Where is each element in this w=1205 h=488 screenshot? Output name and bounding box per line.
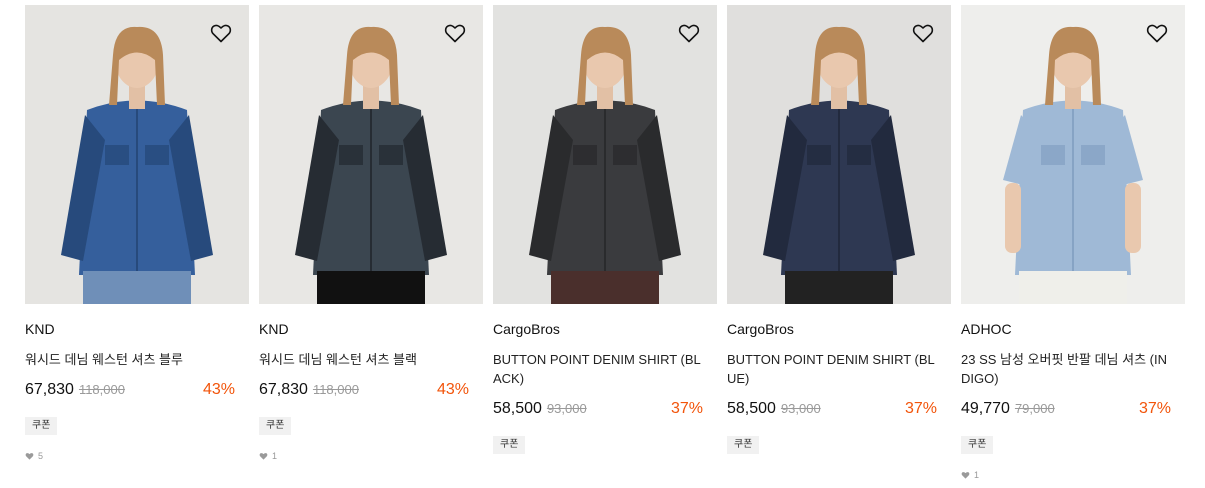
like-count: 1 xyxy=(961,470,1185,480)
heart-filled-icon xyxy=(259,453,268,460)
discount-rate: 37% xyxy=(1138,400,1171,417)
sale-price: 49,770 xyxy=(961,400,1010,417)
coupon-badge: 쿠폰 xyxy=(25,417,58,435)
like-count-value: 5 xyxy=(38,451,44,461)
brand-name[interactable]: CargoBros xyxy=(727,321,951,337)
brand-name[interactable]: CargoBros xyxy=(493,321,717,337)
price-row: 67,830 118,000 43% xyxy=(259,381,483,403)
product-card[interactable]: ADHOC 23 SS 남성 오버핏 반팔 데님 셔츠 (INDIGO) 49,… xyxy=(961,5,1185,480)
coupon-badge: 쿠폰 xyxy=(727,436,760,454)
product-name[interactable]: 23 SS 남성 오버핏 반팔 데님 셔츠 (INDIGO) xyxy=(961,350,1185,388)
product-photo xyxy=(727,5,951,304)
sale-price: 67,830 xyxy=(25,381,74,398)
coupon-badge: 쿠폰 xyxy=(259,417,292,435)
discount-rate: 37% xyxy=(670,400,703,417)
heart-outline-icon[interactable] xyxy=(209,21,233,45)
product-image[interactable] xyxy=(493,5,717,304)
product-name[interactable]: BUTTON POINT DENIM SHIRT (BLACK) xyxy=(493,350,717,388)
product-image[interactable] xyxy=(25,5,249,304)
like-count: 5 xyxy=(25,451,249,461)
discount-rate: 37% xyxy=(904,400,937,417)
brand-name[interactable]: ADHOC xyxy=(961,321,1185,337)
original-price: 118,000 xyxy=(312,382,359,397)
original-price: 93,000 xyxy=(780,401,821,416)
product-card[interactable]: CargoBros BUTTON POINT DENIM SHIRT (BLUE… xyxy=(727,5,951,454)
product-card[interactable]: KND 워시드 데님 웨스턴 셔츠 블루 67,830 118,000 43% … xyxy=(25,5,249,461)
discount-rate: 43% xyxy=(436,381,469,398)
product-photo xyxy=(259,5,483,304)
sale-price: 67,830 xyxy=(259,381,308,398)
product-name[interactable]: BUTTON POINT DENIM SHIRT (BLUE) xyxy=(727,350,951,388)
product-photo xyxy=(25,5,249,304)
product-card[interactable]: KND 워시드 데님 웨스턴 셔츠 블랙 67,830 118,000 43% … xyxy=(259,5,483,461)
product-image[interactable] xyxy=(259,5,483,304)
discount-rate: 43% xyxy=(202,381,235,398)
product-image[interactable] xyxy=(961,5,1185,304)
sale-price: 58,500 xyxy=(727,400,776,417)
product-name[interactable]: 워시드 데님 웨스턴 셔츠 블랙 xyxy=(259,350,483,369)
price-row: 58,500 93,000 37% xyxy=(493,400,717,422)
coupon-badge: 쿠폰 xyxy=(493,436,526,454)
price-row: 67,830 118,000 43% xyxy=(25,381,249,403)
product-card[interactable]: CargoBros BUTTON POINT DENIM SHIRT (BLAC… xyxy=(493,5,717,454)
product-photo xyxy=(961,5,1185,304)
heart-filled-icon xyxy=(25,453,34,460)
original-price: 93,000 xyxy=(546,401,587,416)
product-grid: KND 워시드 데님 웨스턴 셔츠 블루 67,830 118,000 43% … xyxy=(0,0,1205,488)
heart-outline-icon[interactable] xyxy=(911,21,935,45)
price-row: 58,500 93,000 37% xyxy=(727,400,951,422)
heart-outline-icon[interactable] xyxy=(443,21,467,45)
original-price: 118,000 xyxy=(78,382,125,397)
heart-filled-icon xyxy=(961,472,970,479)
brand-name[interactable]: KND xyxy=(25,321,249,337)
product-name[interactable]: 워시드 데님 웨스턴 셔츠 블루 xyxy=(25,350,249,369)
original-price: 79,000 xyxy=(1014,401,1055,416)
sale-price: 58,500 xyxy=(493,400,542,417)
like-count: 1 xyxy=(259,451,483,461)
like-count-value: 1 xyxy=(974,470,980,480)
heart-outline-icon[interactable] xyxy=(1145,21,1169,45)
heart-outline-icon[interactable] xyxy=(677,21,701,45)
coupon-badge: 쿠폰 xyxy=(961,436,994,454)
price-row: 49,770 79,000 37% xyxy=(961,400,1185,422)
brand-name[interactable]: KND xyxy=(259,321,483,337)
product-image[interactable] xyxy=(727,5,951,304)
product-photo xyxy=(493,5,717,304)
like-count-value: 1 xyxy=(272,451,278,461)
